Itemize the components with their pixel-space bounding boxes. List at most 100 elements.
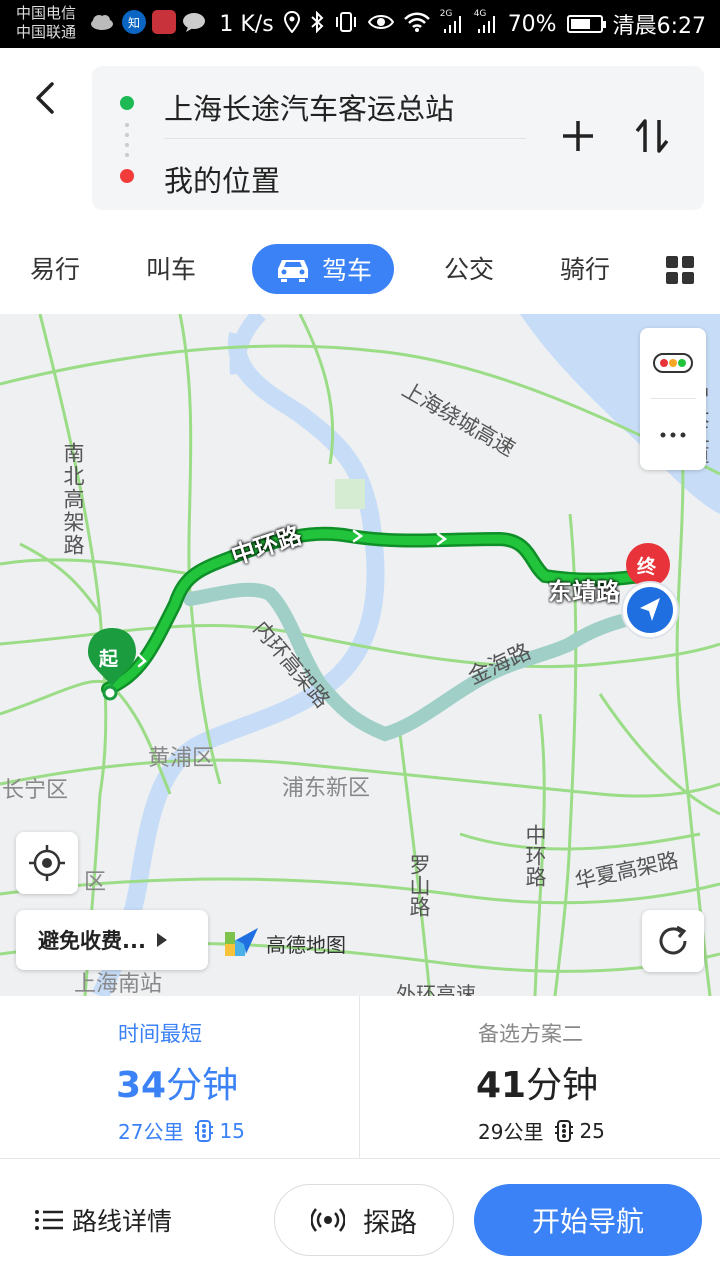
map-label-waihuan: 外环高速: [396, 982, 476, 996]
wifi-icon: [403, 12, 430, 37]
more-dots-icon: [660, 432, 686, 438]
map-label-huangpu: 黄浦区: [148, 746, 215, 771]
more-modes-grid-icon[interactable]: [666, 256, 694, 284]
eye-icon: [367, 12, 394, 36]
caret-right-icon: [156, 933, 167, 947]
chevron-left-icon: [36, 82, 54, 114]
plan-meta: 27公里 15: [118, 1116, 245, 1145]
divider: [164, 138, 526, 139]
notification-icons: 知: [88, 10, 206, 34]
plan-traffic-lights: 15: [219, 1118, 245, 1143]
net-2g-label: 2G: [439, 9, 453, 19]
start-marker-label: 起: [99, 648, 119, 670]
swap-icon: [635, 119, 669, 153]
broadcast-icon: [311, 1208, 345, 1232]
tab-easy[interactable]: 易行: [30, 250, 80, 286]
plan-duration-unit: 分钟: [166, 1065, 239, 1106]
plan-distance: 29公里: [478, 1120, 544, 1144]
plan-alternative[interactable]: 备选方案二 41分钟 29公里 25: [360, 996, 720, 1158]
carrier-1: 中国电信: [16, 4, 77, 22]
traffic-icon: [653, 353, 693, 373]
locate-me-button[interactable]: [16, 832, 78, 894]
map-label-changning: 长宁区: [2, 778, 69, 803]
road: [178, 314, 222, 785]
net-4g-label: 4G: [473, 9, 487, 19]
refresh-button[interactable]: [642, 910, 704, 972]
traffic-light-icon: [195, 1119, 214, 1142]
route-details-label: 路线详情: [72, 1207, 173, 1236]
traffic-light-button[interactable]: [640, 328, 706, 398]
amap-logo-text: 高德地图: [266, 932, 346, 957]
park: [335, 479, 365, 509]
plan-label: 时间最短: [118, 1022, 202, 1046]
cloud-icon: [88, 10, 116, 34]
crosshair-icon: [29, 845, 65, 881]
transport-mode-tabs: 易行 叫车 驾车 公交 骑行: [0, 238, 720, 302]
carrier-2: 中国联通: [16, 23, 77, 41]
route-preference-button[interactable]: 避免收费...: [16, 910, 208, 970]
my-location-marker: [621, 581, 679, 639]
clock: 清晨6:27: [612, 14, 706, 39]
bottom-actions: 路线详情 探路 开始导航: [0, 1160, 720, 1280]
amap-logo-icon: [225, 928, 258, 956]
route-input-box: 上海长途汽车客运总站 我的位置: [92, 66, 704, 210]
status-bar: 中国电信 中国联通 知 1 K/s 2G 4G 70% 清晨6:27: [0, 0, 720, 48]
amap-logo: 高德地图: [224, 926, 346, 960]
start-navigation-label: 开始导航: [531, 1205, 644, 1238]
plan-duration: 34分钟: [116, 1056, 238, 1108]
add-waypoint-button[interactable]: [558, 114, 598, 158]
zhihu-icon: 知: [122, 10, 146, 34]
map-label-dongjing: 东靖路: [548, 578, 620, 606]
bluetooth-icon: [310, 10, 324, 38]
status-right: 1 K/s 2G 4G 70% 清晨6:27: [219, 8, 706, 40]
app-red-icon: [152, 10, 176, 34]
divider: [0, 1158, 720, 1159]
battery-percent: 70%: [507, 11, 557, 37]
explore-route-label: 探路: [363, 1207, 417, 1239]
traffic-light-icon: [555, 1119, 574, 1142]
start-navigation-button[interactable]: 开始导航: [474, 1184, 702, 1256]
end-dot-icon: [120, 169, 134, 183]
tab-bike[interactable]: 骑行: [560, 250, 610, 286]
route-plans: 时间最短 34分钟 27公里 15 备选方案二 41分钟 29公里 25: [0, 996, 720, 1158]
map-label-luoshan: 罗山路: [407, 854, 431, 917]
tab-taxi[interactable]: 叫车: [146, 250, 196, 286]
plan-duration-value: 34: [116, 1065, 167, 1106]
plan-traffic-lights: 25: [579, 1118, 605, 1143]
location-icon: [283, 10, 300, 38]
signal-4g-icon: 4G: [474, 9, 498, 35]
swap-route-button[interactable]: [632, 114, 672, 158]
plan-duration-value: 41: [476, 1065, 527, 1106]
more-options-button[interactable]: [640, 400, 706, 470]
map-label-pudong: 浦东新区: [282, 776, 371, 801]
map-layer-controls: [640, 328, 706, 470]
plan-duration: 41分钟: [476, 1056, 598, 1108]
end-marker-label: 终: [637, 556, 657, 578]
vibrate-icon: [334, 11, 358, 38]
start-dot-icon: [120, 96, 134, 110]
map-label-zhonghuan-south: 中环路: [523, 824, 547, 887]
plan-fastest[interactable]: 时间最短 34分钟 27公里 15: [0, 996, 360, 1158]
back-button[interactable]: [26, 76, 66, 120]
end-location-field[interactable]: 我的位置: [164, 158, 280, 200]
tab-bus[interactable]: 公交: [444, 250, 494, 286]
battery-fill: [570, 19, 591, 29]
route-connector: [125, 120, 129, 160]
route-details-button[interactable]: 路线详情: [34, 1202, 172, 1238]
car-icon: [277, 260, 308, 282]
plan-distance: 27公里: [118, 1120, 184, 1144]
plan-meta: 29公里 25: [478, 1116, 605, 1145]
start-location-field[interactable]: 上海长途汽车客运总站: [164, 86, 454, 128]
chat-icon: [182, 10, 206, 34]
route-preference-label: 避免收费...: [38, 929, 146, 953]
tab-drive-label: 驾车: [321, 256, 372, 285]
tab-drive[interactable]: 驾车: [252, 244, 394, 294]
list-icon: [35, 1210, 63, 1230]
plan-duration-unit: 分钟: [526, 1065, 599, 1106]
map-label-district: 区: [84, 870, 107, 895]
map-view[interactable]: 南北高架路 中环路 东靖路 金海路 内环高架路 黄浦区 浦东新区 长宁区 罗山路…: [0, 314, 720, 996]
divider: [650, 398, 696, 399]
signal-2g-icon: 2G: [440, 9, 464, 35]
explore-route-button[interactable]: 探路: [274, 1184, 454, 1256]
carrier-info: 中国电信 中国联通: [16, 4, 76, 42]
